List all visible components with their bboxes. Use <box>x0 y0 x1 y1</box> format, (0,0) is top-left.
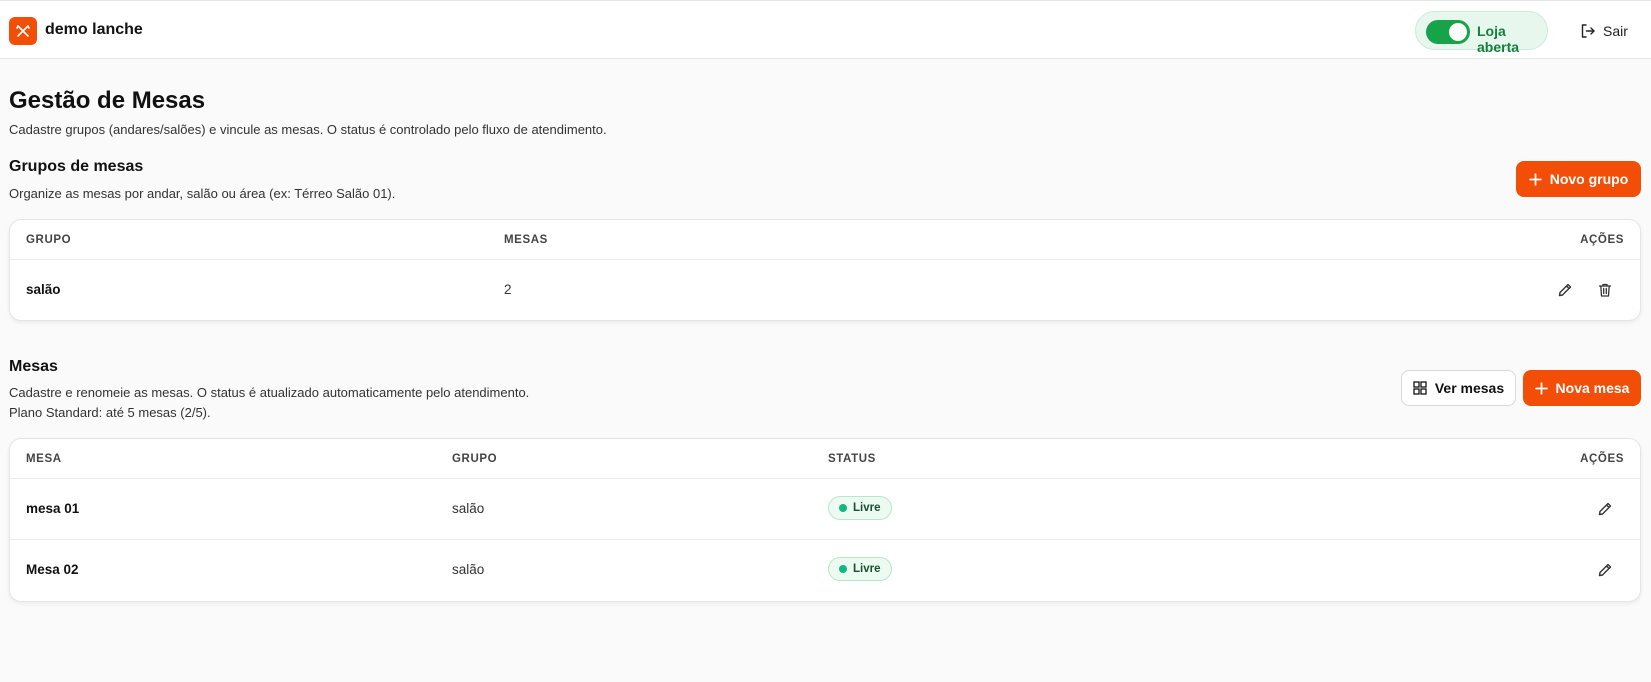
edit-table-button[interactable] <box>1594 559 1616 581</box>
pencil-icon <box>1558 283 1572 297</box>
group-table-count: 2 <box>504 282 512 297</box>
new-table-label: Nova mesa <box>1555 380 1630 396</box>
groups-section-subtitle: Organize as mesas por andar, salão ou ár… <box>9 186 396 201</box>
edit-group-button[interactable] <box>1554 279 1576 301</box>
table-row: salão 2 <box>10 260 1640 320</box>
column-group: GRUPO <box>26 234 72 246</box>
groups-table: GRUPO MESAS AÇÕES salão 2 <box>9 219 1641 321</box>
groups-section-title: Grupos de mesas <box>9 158 144 175</box>
column-tables: MESAS <box>504 234 548 246</box>
page-title: Gestão de Mesas <box>9 87 206 114</box>
status-badge: Livre <box>828 557 892 581</box>
status-dot <box>839 504 847 512</box>
logout-label: Sair <box>1603 23 1628 39</box>
status-badge: Livre <box>828 496 892 520</box>
brand-name: demo lanche <box>45 21 143 38</box>
plus-icon <box>1528 172 1542 186</box>
plan-info: Plano Standard: até 5 mesas (2/5). <box>9 405 211 420</box>
column-group: GRUPO <box>452 453 498 465</box>
utensils-icon <box>9 17 37 45</box>
grid-icon <box>1413 381 1427 395</box>
tables-section-subtitle: Cadastre e renomeie as mesas. O status é… <box>9 385 530 400</box>
store-status-label: Loja aberta <box>1477 23 1520 55</box>
group-name: salão <box>26 282 61 297</box>
view-tables-label: Ver mesas <box>1434 380 1505 396</box>
status-label: Livre <box>853 502 881 514</box>
logout-icon <box>1581 24 1595 38</box>
status-label: Livre <box>853 563 881 575</box>
tables-table: MESA GRUPO STATUS AÇÕES mesa 01 salão Li… <box>9 438 1641 602</box>
pencil-icon <box>1598 563 1612 577</box>
logout-button[interactable]: Sair <box>1580 21 1628 41</box>
table-row: mesa 01 salão Livre <box>10 479 1640 540</box>
toggle-knob <box>1449 23 1467 41</box>
table-name: mesa 01 <box>26 501 80 516</box>
column-status: STATUS <box>828 453 876 465</box>
store-open-toggle[interactable]: Loja aberta <box>1415 11 1548 55</box>
new-group-label: Novo grupo <box>1549 171 1629 187</box>
pencil-icon <box>1598 502 1612 516</box>
column-table: MESA <box>26 453 62 465</box>
groups-table-header: GRUPO MESAS AÇÕES <box>10 220 1640 260</box>
new-table-button[interactable]: Nova mesa <box>1523 370 1641 406</box>
table-name: Mesa 02 <box>26 562 79 577</box>
table-group: salão <box>452 501 485 516</box>
edit-table-button[interactable] <box>1594 498 1616 520</box>
delete-group-button[interactable] <box>1594 279 1616 301</box>
new-group-button[interactable]: Novo grupo <box>1516 161 1641 197</box>
table-row: Mesa 02 salão Livre <box>10 540 1640 601</box>
toggle-switch[interactable] <box>1426 20 1470 44</box>
column-actions: AÇÕES <box>1580 234 1624 246</box>
tables-section-title: Mesas <box>9 358 58 375</box>
tables-table-header: MESA GRUPO STATUS AÇÕES <box>10 439 1640 479</box>
column-actions: AÇÕES <box>1580 453 1624 465</box>
view-tables-button[interactable]: Ver mesas <box>1401 370 1516 406</box>
plus-icon <box>1534 381 1548 395</box>
table-group: salão <box>452 562 485 577</box>
status-dot <box>839 565 847 573</box>
page-subtitle: Cadastre grupos (andares/salões) e vincu… <box>9 122 607 137</box>
trash-icon <box>1598 283 1612 297</box>
top-bar: demo lanche Loja aberta Sair <box>0 0 1651 59</box>
